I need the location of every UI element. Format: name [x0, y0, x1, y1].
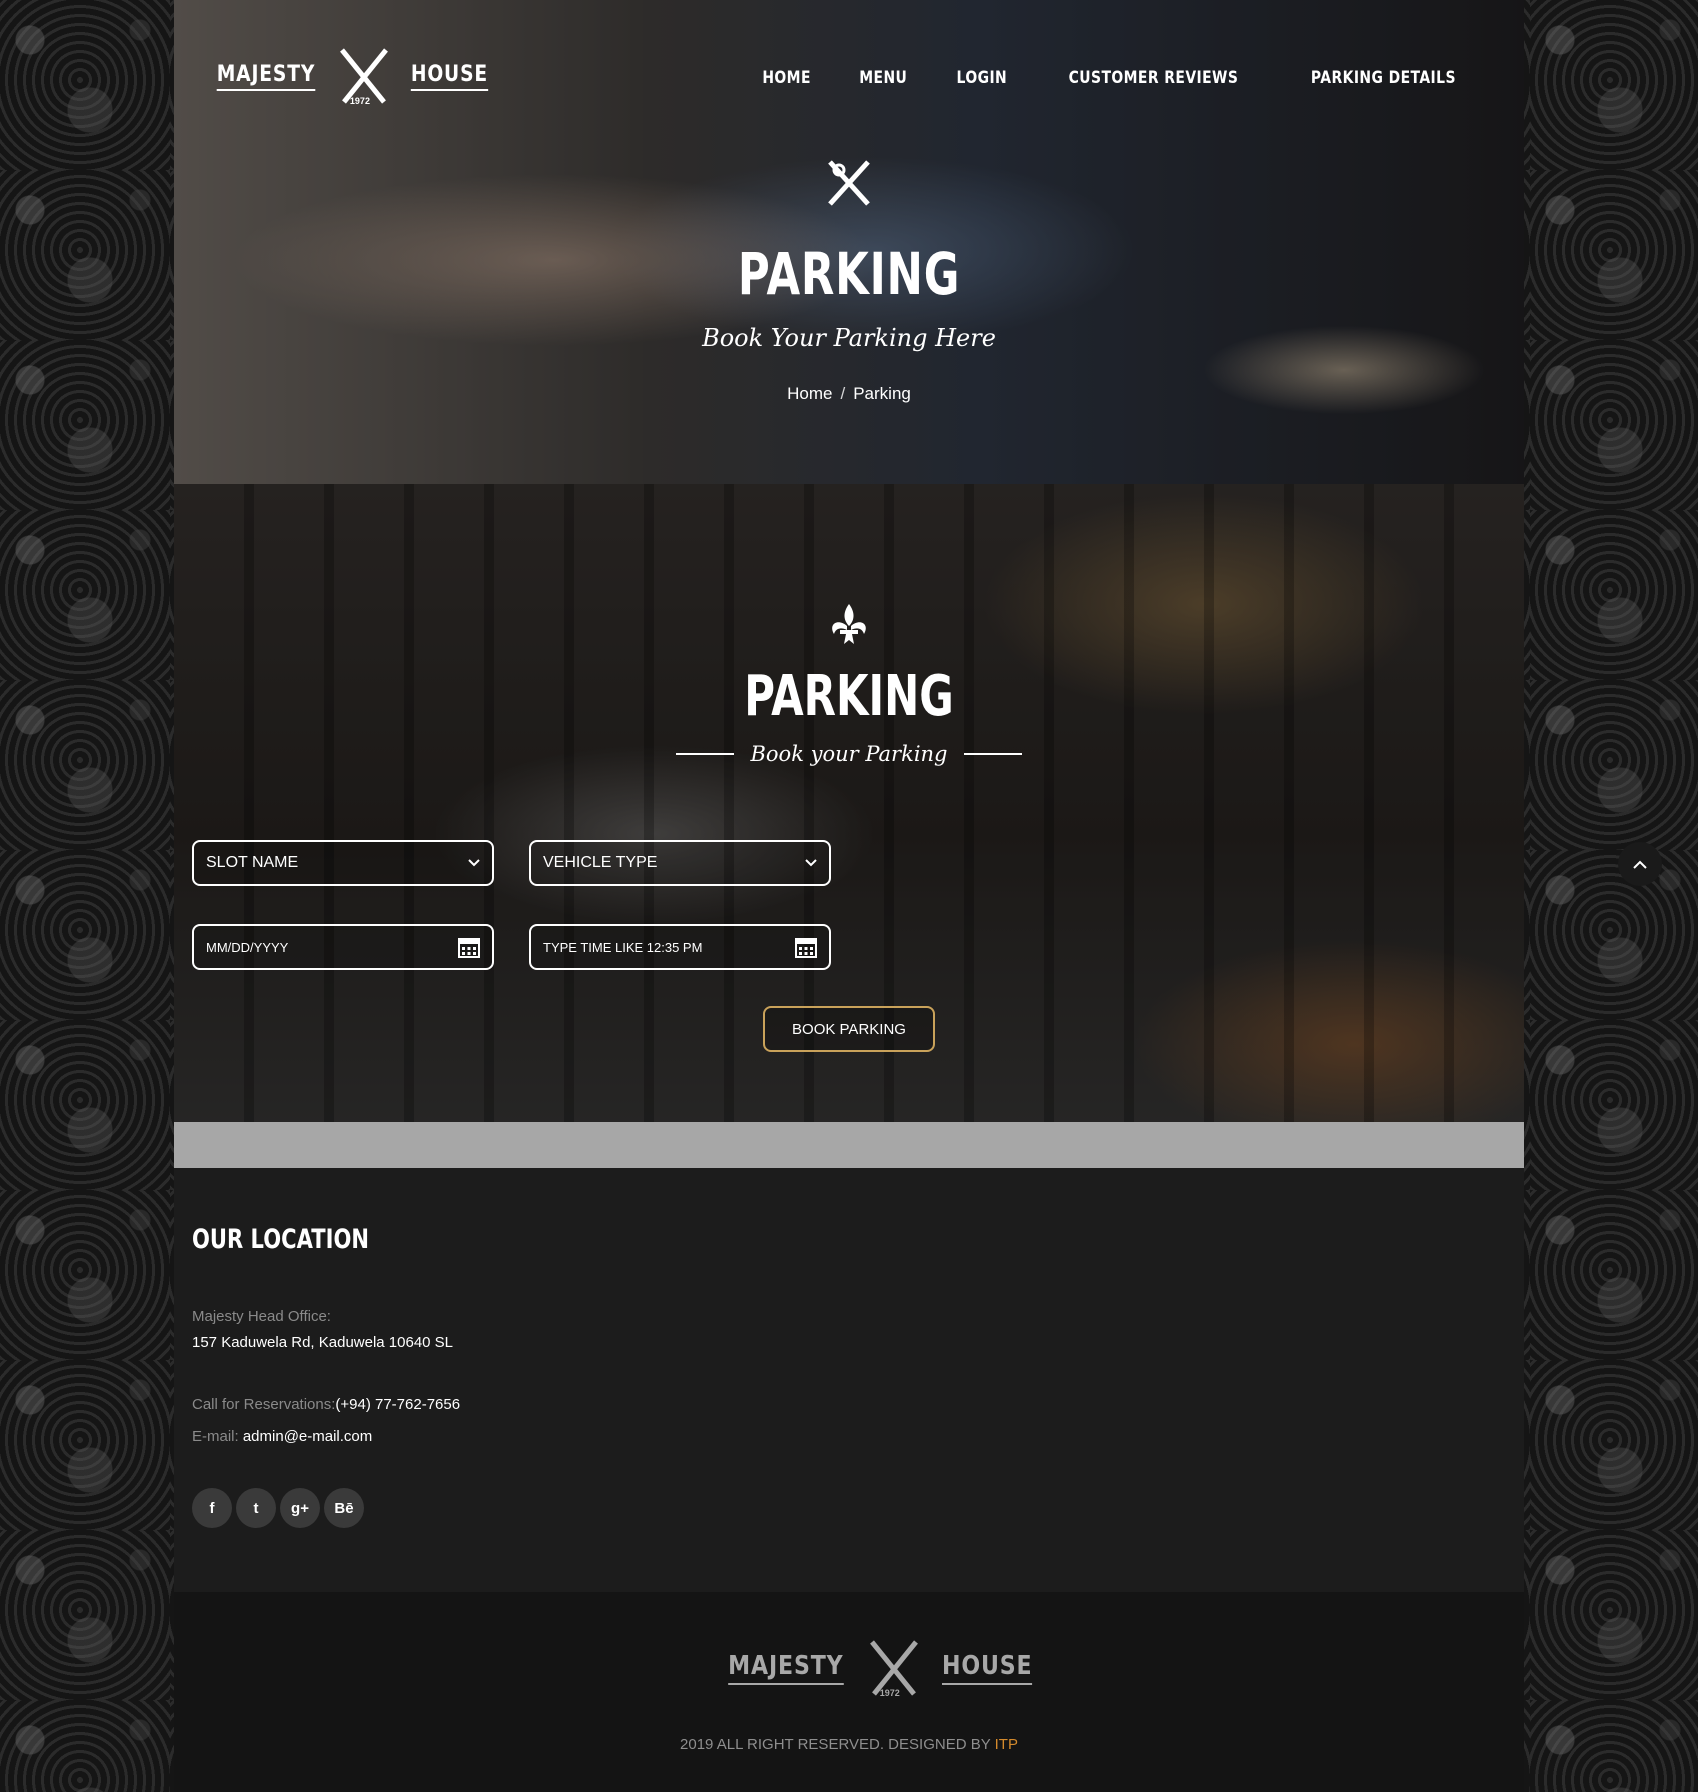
- copyright: 2019 ALL RIGHT RESERVED. DESIGNED BY ITP: [174, 1736, 1524, 1753]
- main-nav: HOME MENU LOGIN CUSTOMER REVIEWS PARKING…: [757, 68, 1472, 88]
- email-link[interactable]: admin@e-mail.com: [243, 1428, 372, 1445]
- parking-booking-section: PARKING Book your Parking SLOT NAME VEHI…: [174, 484, 1524, 1122]
- footer-location: OUR LOCATION Majesty Head Office: 157 Ka…: [174, 1168, 1524, 1592]
- booking-subtitle: Book your Parking: [750, 742, 948, 766]
- hero-banner: MAJESTY 1972 HOUSE HOME MENU LOGIN CUSTO…: [174, 0, 1524, 484]
- divider-line-right: [963, 753, 1022, 755]
- slot-name-select[interactable]: SLOT NAME: [192, 840, 494, 886]
- hero-title: PARKING: [737, 240, 961, 308]
- facebook-icon[interactable]: f: [192, 1488, 232, 1528]
- date-input[interactable]: MM/DD/YYYY: [192, 924, 494, 970]
- office-address: 157 Kaduwela Rd, Kaduwela 10640 SL: [192, 1334, 454, 1351]
- nav-customer-reviews[interactable]: CUSTOMER REVIEWS: [1069, 68, 1239, 88]
- chevron-down-icon: [468, 859, 480, 867]
- google-plus-icon[interactable]: g+: [280, 1488, 320, 1528]
- reservation-phone[interactable]: (+94) 77-762-7656: [335, 1396, 460, 1413]
- breadcrumb: Home / Parking: [174, 384, 1524, 404]
- vehicle-type-value: VEHICLE TYPE: [543, 854, 658, 871]
- footer-logo-year: 1972: [879, 1688, 900, 1698]
- breadcrumb-current: Parking: [853, 384, 911, 403]
- divider-line-left: [676, 753, 735, 755]
- time-placeholder: TYPE TIME LIKE 12:35 PM: [543, 939, 703, 955]
- page-container: MAJESTY 1972 HOUSE HOME MENU LOGIN CUSTO…: [174, 0, 1524, 1792]
- designer-link[interactable]: ITP: [995, 1736, 1018, 1753]
- hero-cutlery-icon: [174, 158, 1524, 213]
- site-logo[interactable]: MAJESTY 1972 HOUSE: [208, 46, 495, 106]
- date-placeholder: MM/DD/YYYY: [206, 939, 289, 955]
- chevron-up-icon: [1633, 860, 1647, 869]
- breadcrumb-separator: /: [840, 384, 846, 403]
- email-row: E-mail: admin@e-mail.com: [192, 1428, 372, 1445]
- slot-name-value: SLOT NAME: [206, 854, 299, 871]
- nav-login[interactable]: LOGIN: [956, 68, 1007, 88]
- reservation-label: Call for Reservations:: [192, 1396, 336, 1413]
- scroll-to-top-button[interactable]: [1618, 842, 1662, 886]
- office-address-row: 157 Kaduwela Rd, Kaduwela 10640 SL: [192, 1334, 453, 1351]
- cutlery-icon: 1972: [334, 46, 394, 106]
- location-title: OUR LOCATION: [192, 1224, 369, 1255]
- footer-logo[interactable]: MAJESTY 1972 HOUSE: [718, 1638, 1040, 1698]
- hero-subtitle: Book Your Parking Here: [702, 324, 996, 352]
- breadcrumb-home[interactable]: Home: [787, 384, 832, 403]
- footer-logo-word-left: MAJESTY: [728, 1651, 844, 1685]
- social-links: f t g+ Bē: [192, 1488, 364, 1528]
- calendar-icon[interactable]: [458, 936, 480, 958]
- book-parking-button[interactable]: BOOK PARKING: [763, 1006, 935, 1052]
- behance-icon[interactable]: Bē: [324, 1488, 364, 1528]
- nav-home[interactable]: HOME: [762, 68, 811, 88]
- time-input[interactable]: TYPE TIME LIKE 12:35 PM: [529, 924, 831, 970]
- twitter-icon[interactable]: t: [236, 1488, 276, 1528]
- office-label: Majesty Head Office:: [192, 1308, 331, 1325]
- email-label: E-mail:: [192, 1428, 239, 1445]
- booking-subtitle-row: Book your Parking: [174, 742, 1524, 766]
- logo-year: 1972: [349, 96, 370, 106]
- chevron-down-icon: [805, 859, 817, 867]
- logo-word-left: MAJESTY: [216, 62, 316, 91]
- copyright-text: 2019 ALL RIGHT RESERVED. DESIGNED BY: [680, 1736, 991, 1753]
- nav-parking-details[interactable]: PARKING DETAILS: [1311, 68, 1456, 88]
- calendar-icon[interactable]: [795, 936, 817, 958]
- nav-menu[interactable]: MENU: [859, 68, 907, 88]
- divider-band: [174, 1122, 1524, 1168]
- logo-word-right: HOUSE: [410, 62, 488, 91]
- vehicle-type-select[interactable]: VEHICLE TYPE: [529, 840, 831, 886]
- fleur-de-lis-icon: [832, 604, 866, 644]
- reservation-row: Call for Reservations:(+94) 77-762-7656: [192, 1396, 460, 1413]
- cutlery-icon: 1972: [864, 1638, 924, 1698]
- booking-title: PARKING: [744, 664, 954, 729]
- footer-logo-word-right: HOUSE: [941, 1651, 1033, 1685]
- footer-bottom: MAJESTY 1972 HOUSE 2019 ALL RIGHT RESERV…: [174, 1592, 1524, 1792]
